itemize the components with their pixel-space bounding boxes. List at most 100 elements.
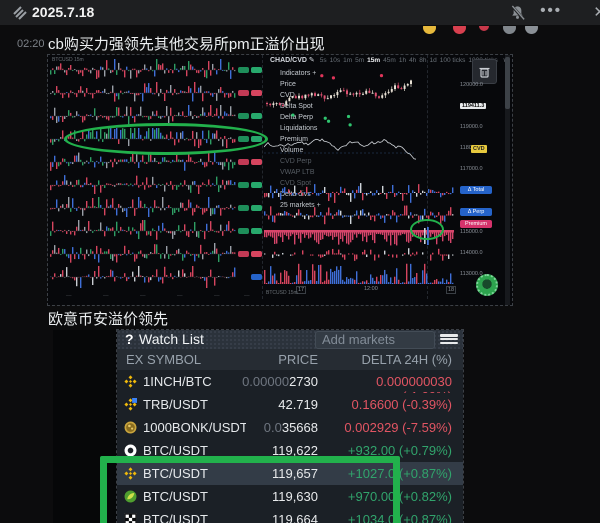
chat-header: 2025.7.18 ••• ✕ [0, 0, 600, 25]
watchlist-row[interactable]: TRB/USDT 42.719 0.16600 (-0.39%) [117, 393, 463, 417]
pinned-list-icon[interactable] [12, 5, 27, 25]
price-axis-label: 117000.0 [460, 166, 483, 172]
time-axis-tick: –– [177, 293, 183, 299]
exchange-icon-gold-coin [124, 421, 137, 434]
message-text: cb购买力强领先其他交易所pm正溢价出现 [48, 36, 325, 53]
exchange-icon-binance-blue [124, 398, 137, 411]
time-axis-tick: –– [244, 293, 250, 299]
price-axis-label: 120000.0 [460, 82, 483, 88]
chart-symbol-label: BTCUSD 15m [266, 290, 298, 296]
col-ex-symbol: EX SYMBOL [126, 352, 202, 367]
price-axis-label: 114000.0 [460, 250, 483, 256]
price-axis-label: 119000.0 [460, 124, 483, 130]
exchange-icon-binance [124, 375, 137, 388]
message2-text: 欧意币安溢价领先 [48, 311, 169, 328]
muted-bell-icon[interactable] [510, 4, 525, 25]
edit-icon: ✎ [308, 57, 315, 64]
close-icon[interactable]: ✕ [593, 3, 600, 21]
col-delta: DELTA 24H (%) [361, 352, 452, 367]
more-options-icon[interactable]: ••• [540, 2, 562, 19]
chart-screenshot[interactable]: BTCUSD 15m CHAD/CVD ✎ 5s 10s 1m 5m 15m 45m 1h 4… [47, 54, 513, 306]
timeframe-1d: 1d [429, 57, 437, 64]
emoji-red2 [479, 26, 489, 31]
exchange-badge [251, 228, 262, 234]
chart-scrollbar [505, 55, 510, 305]
exchange-delta-row [50, 215, 262, 242]
timeframe-45m: 45m [383, 57, 396, 64]
emoji-red [453, 26, 466, 34]
emoji-yellow [423, 26, 436, 34]
exchange-badge [238, 90, 249, 96]
exchange-delta-row [50, 263, 262, 291]
timeframe-1m: 1m [343, 57, 353, 64]
timeframe-15m: 15m [367, 57, 381, 64]
price-axis-label: 115000.0 [460, 229, 483, 235]
exchange-badge [251, 182, 262, 188]
exchange-badge [238, 182, 249, 188]
exchange-badge [238, 113, 249, 119]
emoji-gray [503, 26, 516, 34]
cvd-badge: CVD [471, 145, 487, 153]
annotation-rectangle [100, 456, 400, 523]
time-axis-tick: –– [103, 293, 109, 299]
time-label-18: 18 [446, 286, 457, 294]
exchange-badge [251, 159, 262, 165]
time-axis-tick: –– [140, 293, 146, 299]
timeframe-1h: 1h [398, 57, 407, 64]
timeframe-4h: 4h [409, 57, 417, 64]
chart-title: CHAD/CVD [270, 57, 307, 64]
exchange-delta-row [50, 174, 262, 196]
exchange-badge [251, 90, 262, 96]
timeframe-8h: 8h [419, 57, 427, 64]
timeframe-5s: 5s [319, 57, 327, 64]
exchange-badge [238, 228, 249, 234]
chat-window: 2025.7.18 ••• ✕ 02:20 cb购买力强领先其他交易所pm正溢价… [0, 0, 600, 523]
watchlist-titlebar: ? Watch List Add markets [117, 330, 463, 349]
menu-icon [440, 333, 458, 346]
watchlist-title: Watch List [139, 331, 204, 347]
col-price: PRICE [278, 352, 318, 367]
price-axis: 120000.0119411.3119000.0118000.0117000.0… [458, 55, 504, 305]
exchange-badge [251, 205, 262, 211]
chat-title: 2025.7.18 [32, 4, 95, 20]
price-cell: 0.035668 [263, 420, 318, 435]
price-axis-label: 119411.3 [460, 103, 487, 109]
panel-divider [262, 55, 263, 299]
watchlist-row[interactable]: 1000BONK/USDT 0.035668 0.002929 (-7.59%) [117, 416, 463, 440]
exchange-delta-row [50, 192, 262, 219]
delta-total-badge: Δ Total [460, 186, 492, 194]
exchange-delta-row [50, 54, 262, 81]
exchange-badge [251, 251, 262, 257]
exchange-delta-row [50, 238, 262, 265]
time-label-1200: 12:00 [364, 286, 378, 292]
exchange-badge [238, 205, 249, 211]
emoji-gray2 [525, 26, 538, 34]
message-timestamp: 02:20 [17, 38, 45, 50]
exchange-badge [238, 251, 249, 257]
exchange-delta-row [50, 77, 262, 104]
delta-perp-badge: Δ Perp [460, 208, 492, 216]
watchlist-row[interactable]: 1INCH/BTC0.0000027300.000000030 (-1.09%) [117, 370, 463, 404]
symbol-cell: 1INCH/BTC [143, 374, 212, 389]
exchange-badge [238, 67, 249, 73]
delta-cell: 0.002929 (-7.59%) [344, 420, 452, 435]
exocharts-logo [476, 274, 498, 296]
exchange-badge [251, 67, 262, 73]
premium-badge: Premium [460, 220, 492, 228]
exchange-badge [238, 159, 249, 165]
time-axis-tick: –– [66, 293, 72, 299]
exchange-badge [251, 113, 262, 119]
price-cell: 42.719 [278, 397, 318, 412]
timeframe-10s: 10s [329, 57, 341, 64]
watchlist-column-headers: EX SYMBOL PRICE DELTA 24H (%) [117, 349, 463, 370]
annotation-ellipse-small [410, 219, 444, 240]
timeframe-5m: 5m [355, 57, 365, 64]
price-cell: 0.000002730 [242, 374, 318, 389]
annotation-ellipse-large [64, 123, 268, 155]
exchange-badge [251, 274, 262, 280]
help-icon: ? [125, 331, 134, 347]
symbol-cell: TRB/USDT [143, 397, 208, 412]
delta-cell: 0.16600 (-0.39%) [351, 397, 452, 412]
reactions-row-cut [415, 26, 555, 39]
add-markets-input: Add markets [315, 331, 435, 349]
